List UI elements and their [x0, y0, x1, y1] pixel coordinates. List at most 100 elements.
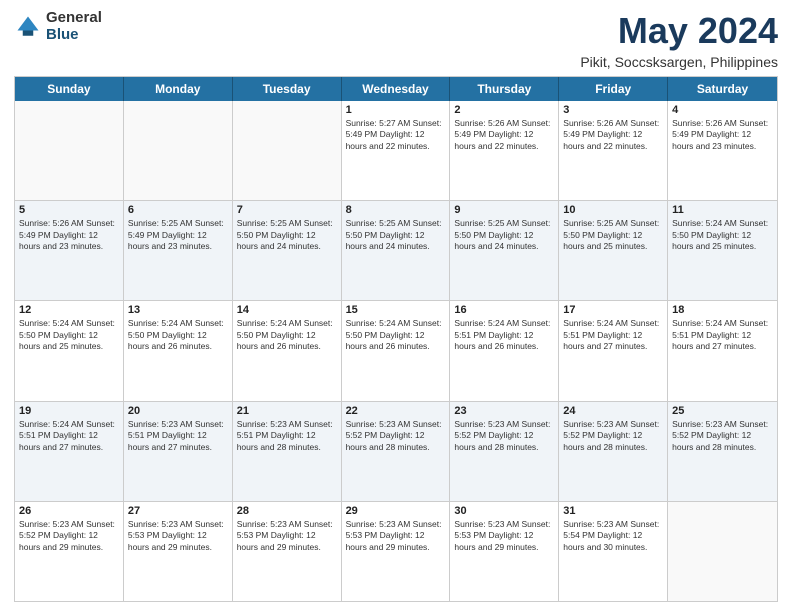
- day-number: 31: [563, 505, 663, 517]
- day-info: Sunrise: 5:25 AM Sunset: 5:49 PM Dayligh…: [128, 218, 228, 252]
- day-number: 24: [563, 405, 663, 417]
- day-number: 13: [128, 304, 228, 316]
- day-number: 22: [346, 405, 446, 417]
- day-number: 18: [672, 304, 773, 316]
- cal-cell-empty: [124, 101, 233, 200]
- cal-cell-day-5: 5Sunrise: 5:26 AM Sunset: 5:49 PM Daylig…: [15, 201, 124, 300]
- cal-cell-day-21: 21 Sunrise: 5:23 AM Sunset: 5:51 PM Dayli…: [233, 402, 342, 501]
- day-number: 7: [237, 204, 337, 216]
- day-number: 25: [672, 405, 773, 417]
- day-info: Sunrise: 5:26 AM Sunset: 5:49 PM Dayligh…: [19, 218, 119, 252]
- cal-cell-day-7: 7 Sunrise: 5:25 AM Sunset: 5:50 PM Daylig…: [233, 201, 342, 300]
- cal-week-1: 1 Sunrise: 5:27 AM Sunset: 5:49 PM Daylig…: [15, 101, 777, 201]
- day-number: 11: [672, 204, 773, 216]
- day-number: 3: [563, 104, 663, 116]
- cal-header-monday: Monday: [124, 77, 233, 101]
- day-number: 30: [454, 505, 554, 517]
- cal-cell-day-1: 1 Sunrise: 5:27 AM Sunset: 5:49 PM Daylig…: [342, 101, 451, 200]
- day-number: 4: [672, 104, 773, 116]
- subtitle: Pikit, Soccsksargen, Philippines: [580, 54, 778, 70]
- cal-week-2: 5Sunrise: 5:26 AM Sunset: 5:49 PM Daylig…: [15, 201, 777, 301]
- day-info: Sunrise: 5:24 AM Sunset: 5:51 PM Dayligh…: [19, 419, 119, 453]
- cal-cell-day-19: 19 Sunrise: 5:24 AM Sunset: 5:51 PM Dayli…: [15, 402, 124, 501]
- day-number: 6: [128, 204, 228, 216]
- cal-cell-day-20: 20 Sunrise: 5:23 AM Sunset: 5:51 PM Dayli…: [124, 402, 233, 501]
- cal-cell-day-15: 15Sunrise: 5:24 AM Sunset: 5:50 PM Dayli…: [342, 301, 451, 400]
- day-number: 17: [563, 304, 663, 316]
- day-info: Sunrise: 5:23 AM Sunset: 5:52 PM Dayligh…: [346, 419, 446, 453]
- page: General Blue May 2024 Pikit, Soccsksarge…: [0, 0, 792, 612]
- day-info: Sunrise: 5:25 AM Sunset: 5:50 PM Dayligh…: [563, 218, 663, 252]
- logo-blue: Blue: [46, 27, 102, 44]
- day-info: Sunrise: 5:26 AM Sunset: 5:49 PM Dayligh…: [672, 118, 773, 152]
- day-number: 19: [19, 405, 119, 417]
- day-info: Sunrise: 5:23 AM Sunset: 5:52 PM Dayligh…: [672, 419, 773, 453]
- cal-cell-day-9: 9 Sunrise: 5:25 AM Sunset: 5:50 PM Daylig…: [450, 201, 559, 300]
- cal-cell-day-16: 16Sunrise: 5:24 AM Sunset: 5:51 PM Dayli…: [450, 301, 559, 400]
- cal-cell-day-24: 24 Sunrise: 5:23 AM Sunset: 5:52 PM Dayli…: [559, 402, 668, 501]
- calendar-body: 1 Sunrise: 5:27 AM Sunset: 5:49 PM Daylig…: [15, 101, 777, 601]
- day-info: Sunrise: 5:23 AM Sunset: 5:53 PM Dayligh…: [128, 519, 228, 553]
- day-number: 23: [454, 405, 554, 417]
- day-info: Sunrise: 5:25 AM Sunset: 5:50 PM Dayligh…: [346, 218, 446, 252]
- day-info: Sunrise: 5:25 AM Sunset: 5:50 PM Dayligh…: [454, 218, 554, 252]
- cal-header-saturday: Saturday: [668, 77, 777, 101]
- day-info: Sunrise: 5:23 AM Sunset: 5:51 PM Dayligh…: [128, 419, 228, 453]
- day-info: Sunrise: 5:23 AM Sunset: 5:52 PM Dayligh…: [454, 419, 554, 453]
- calendar: SundayMondayTuesdayWednesdayThursdayFrid…: [14, 76, 778, 602]
- day-info: Sunrise: 5:23 AM Sunset: 5:52 PM Dayligh…: [563, 419, 663, 453]
- cal-cell-day-18: 18Sunrise: 5:24 AM Sunset: 5:51 PM Dayli…: [668, 301, 777, 400]
- title-block: May 2024 Pikit, Soccsksargen, Philippine…: [580, 10, 778, 70]
- cal-header-sunday: Sunday: [15, 77, 124, 101]
- cal-cell-empty: [233, 101, 342, 200]
- header: General Blue May 2024 Pikit, Soccsksarge…: [14, 10, 778, 70]
- day-number: 28: [237, 505, 337, 517]
- cal-week-5: 26Sunrise: 5:23 AM Sunset: 5:52 PM Dayli…: [15, 502, 777, 601]
- day-info: Sunrise: 5:26 AM Sunset: 5:49 PM Dayligh…: [454, 118, 554, 152]
- day-info: Sunrise: 5:24 AM Sunset: 5:50 PM Dayligh…: [19, 318, 119, 352]
- cal-cell-day-2: 2Sunrise: 5:26 AM Sunset: 5:49 PM Daylig…: [450, 101, 559, 200]
- logo-general: General: [46, 10, 102, 27]
- day-number: 27: [128, 505, 228, 517]
- day-number: 29: [346, 505, 446, 517]
- day-info: Sunrise: 5:24 AM Sunset: 5:50 PM Dayligh…: [672, 218, 773, 252]
- day-number: 21: [237, 405, 337, 417]
- cal-cell-day-4: 4 Sunrise: 5:26 AM Sunset: 5:49 PM Daylig…: [668, 101, 777, 200]
- day-number: 1: [346, 104, 446, 116]
- cal-cell-day-25: 25 Sunrise: 5:23 AM Sunset: 5:52 PM Dayli…: [668, 402, 777, 501]
- cal-cell-day-30: 30 Sunrise: 5:23 AM Sunset: 5:53 PM Dayli…: [450, 502, 559, 601]
- cal-header-wednesday: Wednesday: [342, 77, 451, 101]
- cal-cell-day-29: 29Sunrise: 5:23 AM Sunset: 5:53 PM Dayli…: [342, 502, 451, 601]
- cal-week-4: 19 Sunrise: 5:24 AM Sunset: 5:51 PM Dayli…: [15, 402, 777, 502]
- day-info: Sunrise: 5:23 AM Sunset: 5:51 PM Dayligh…: [237, 419, 337, 453]
- day-info: Sunrise: 5:25 AM Sunset: 5:50 PM Dayligh…: [237, 218, 337, 252]
- logo: General Blue: [14, 10, 102, 43]
- cal-cell-day-31: 31 Sunrise: 5:23 AM Sunset: 5:54 PM Dayli…: [559, 502, 668, 601]
- day-info: Sunrise: 5:23 AM Sunset: 5:54 PM Dayligh…: [563, 519, 663, 553]
- day-number: 16: [454, 304, 554, 316]
- logo-icon: [14, 13, 42, 41]
- main-title: May 2024: [580, 10, 778, 52]
- day-info: Sunrise: 5:23 AM Sunset: 5:53 PM Dayligh…: [454, 519, 554, 553]
- cal-cell-day-8: 8Sunrise: 5:25 AM Sunset: 5:50 PM Daylig…: [342, 201, 451, 300]
- cal-cell-day-26: 26Sunrise: 5:23 AM Sunset: 5:52 PM Dayli…: [15, 502, 124, 601]
- cal-cell-day-14: 14Sunrise: 5:24 AM Sunset: 5:50 PM Dayli…: [233, 301, 342, 400]
- day-number: 9: [454, 204, 554, 216]
- day-number: 20: [128, 405, 228, 417]
- day-info: Sunrise: 5:27 AM Sunset: 5:49 PM Dayligh…: [346, 118, 446, 152]
- cal-cell-day-23: 23 Sunrise: 5:23 AM Sunset: 5:52 PM Dayli…: [450, 402, 559, 501]
- cal-cell-day-17: 17 Sunrise: 5:24 AM Sunset: 5:51 PM Dayli…: [559, 301, 668, 400]
- cal-cell-day-13: 13 Sunrise: 5:24 AM Sunset: 5:50 PM Dayli…: [124, 301, 233, 400]
- day-info: Sunrise: 5:24 AM Sunset: 5:50 PM Dayligh…: [128, 318, 228, 352]
- cal-cell-day-3: 3 Sunrise: 5:26 AM Sunset: 5:49 PM Daylig…: [559, 101, 668, 200]
- calendar-header-row: SundayMondayTuesdayWednesdayThursdayFrid…: [15, 77, 777, 101]
- cal-cell-day-28: 28Sunrise: 5:23 AM Sunset: 5:53 PM Dayli…: [233, 502, 342, 601]
- cal-cell-day-12: 12Sunrise: 5:24 AM Sunset: 5:50 PM Dayli…: [15, 301, 124, 400]
- cal-cell-day-11: 11 Sunrise: 5:24 AM Sunset: 5:50 PM Dayli…: [668, 201, 777, 300]
- day-info: Sunrise: 5:24 AM Sunset: 5:51 PM Dayligh…: [563, 318, 663, 352]
- day-number: 15: [346, 304, 446, 316]
- day-info: Sunrise: 5:26 AM Sunset: 5:49 PM Dayligh…: [563, 118, 663, 152]
- cal-week-3: 12Sunrise: 5:24 AM Sunset: 5:50 PM Dayli…: [15, 301, 777, 401]
- cal-header-tuesday: Tuesday: [233, 77, 342, 101]
- cal-header-thursday: Thursday: [450, 77, 559, 101]
